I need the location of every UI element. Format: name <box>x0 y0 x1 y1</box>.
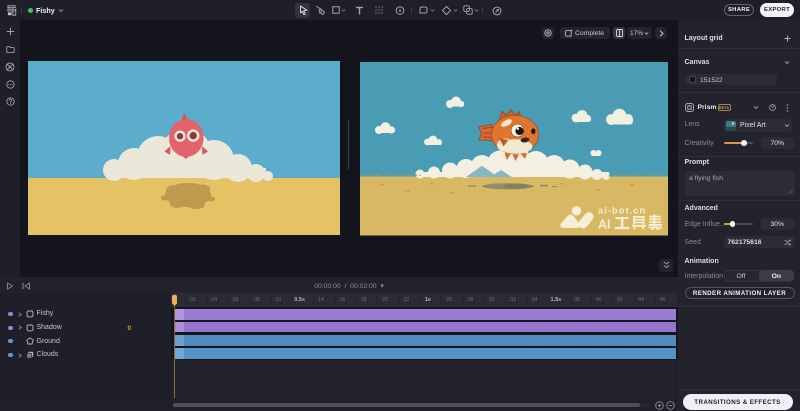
svg-text:ai-bot.cn: ai-bot.cn <box>598 206 646 216</box>
svg-text:AI: AI <box>598 218 611 232</box>
